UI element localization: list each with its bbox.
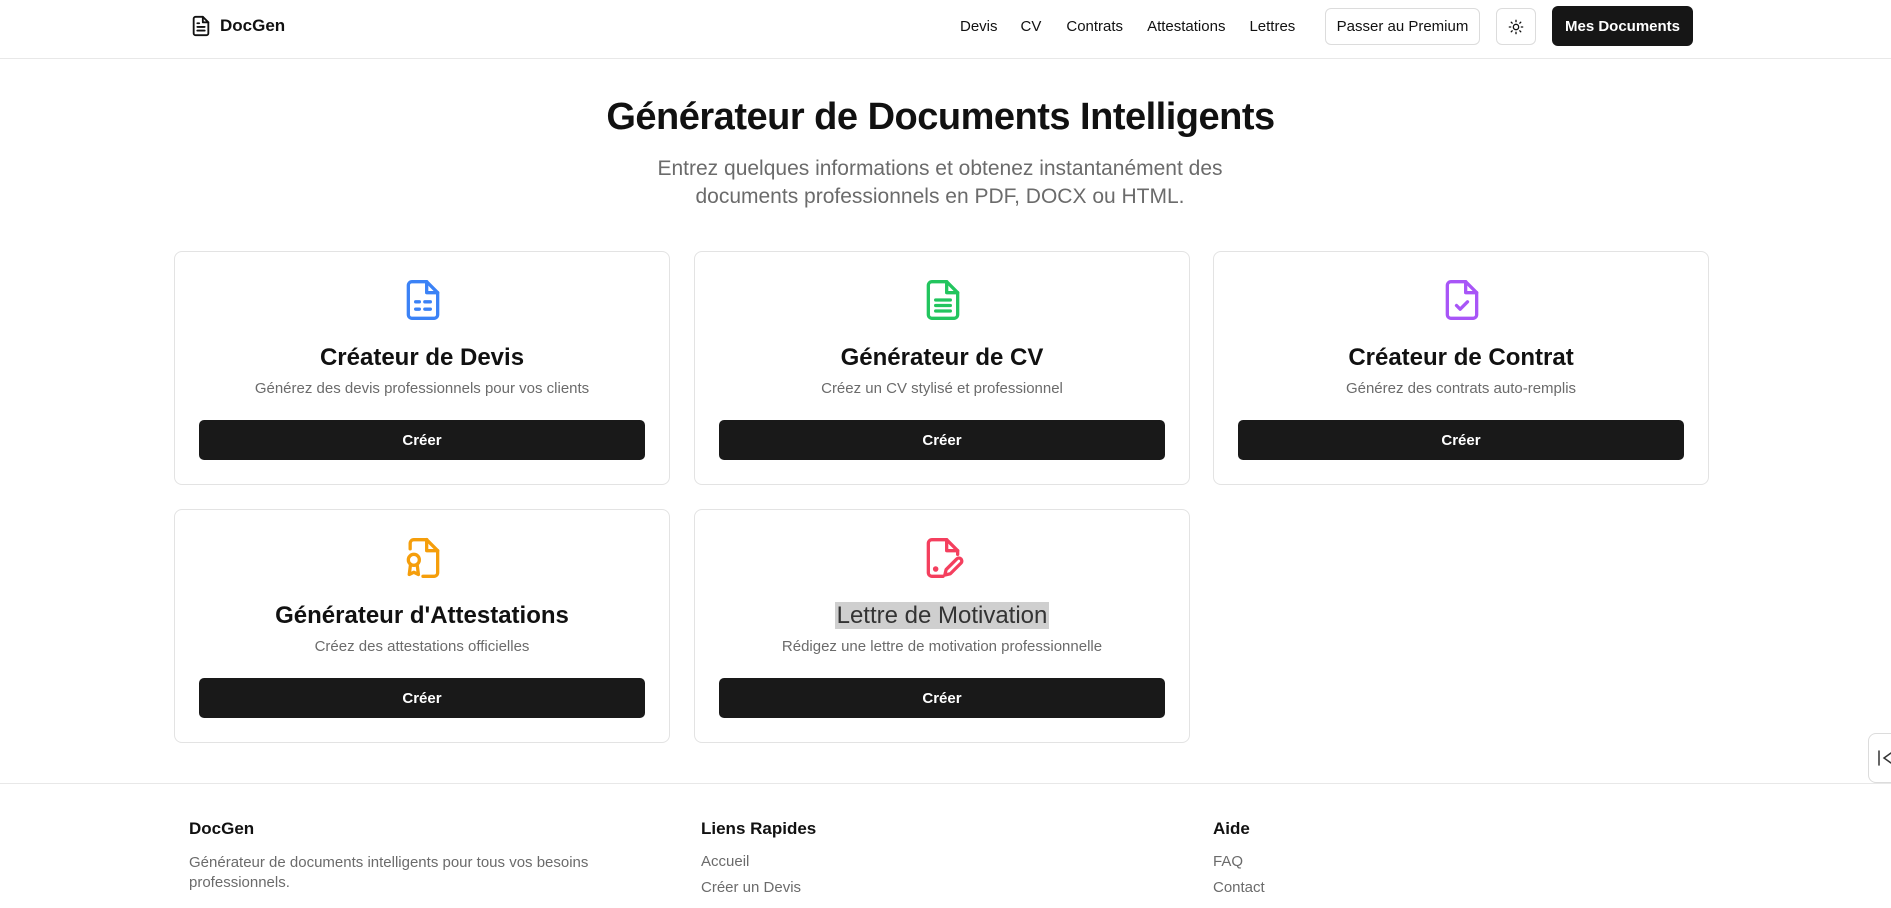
card-description: Créez des attestations officielles xyxy=(314,638,530,655)
card-description: Rédigez une lettre de motivation profess… xyxy=(781,638,1103,655)
card-title: Créateur de Contrat xyxy=(1348,344,1574,371)
card-title: Générateur d'Attestations xyxy=(275,602,569,629)
sun-icon xyxy=(1508,19,1524,34)
file-check-icon xyxy=(1445,280,1479,320)
create-cv-button[interactable]: Créer xyxy=(719,420,1165,460)
nav-link-lettres[interactable]: Lettres xyxy=(1249,18,1295,35)
card-title: Générateur de CV xyxy=(840,344,1044,371)
brand-name: DocGen xyxy=(220,16,286,35)
footer-quick-links: Liens Rapides Accueil Créer un Devis xyxy=(701,819,816,905)
footer-about: DocGen Générateur de documents intellige… xyxy=(189,819,629,893)
nav-link-devis[interactable]: Devis xyxy=(960,18,998,35)
card-devis: Créateur de Devis Générez des devis prof… xyxy=(174,251,670,485)
footer-link-accueil[interactable]: Accueil xyxy=(701,853,816,870)
footer-help-title: Aide xyxy=(1213,819,1250,838)
nav-link-cv[interactable]: CV xyxy=(1021,18,1042,35)
collapse-icon xyxy=(1878,750,1891,766)
create-attestation-button[interactable]: Créer xyxy=(199,678,645,718)
footer-link-creer-devis[interactable]: Créer un Devis xyxy=(701,879,816,896)
footer-help: Aide FAQ Contact xyxy=(1213,819,1265,905)
card-description: Générez des devis professionnels pour vo… xyxy=(254,380,590,397)
file-badge-icon xyxy=(406,538,440,578)
top-navbar: DocGen Devis CV Contrats Attestations Le… xyxy=(0,0,1891,59)
footer-link-faq[interactable]: FAQ xyxy=(1213,853,1265,870)
footer-link-contact[interactable]: Contact xyxy=(1213,879,1265,896)
brand-logo[interactable]: DocGen xyxy=(190,14,285,38)
nav-link-attestations[interactable]: Attestations xyxy=(1147,18,1225,35)
premium-button[interactable]: Passer au Premium xyxy=(1325,8,1480,45)
card-attestations: Générateur d'Attestations Créez des atte… xyxy=(174,509,670,743)
card-title: Lettre de Motivation xyxy=(695,602,1189,630)
footer-about-text: Générateur de documents intelligents pou… xyxy=(189,854,589,891)
card-cv: Générateur de CV Créez un CV stylisé et … xyxy=(694,251,1190,485)
nav-link-contrats[interactable]: Contrats xyxy=(1066,18,1123,35)
create-lettre-button[interactable]: Créer xyxy=(719,678,1165,718)
card-contrat: Créateur de Contrat Générez des contrats… xyxy=(1213,251,1709,485)
file-pen-icon xyxy=(926,538,964,578)
footer-about-title: DocGen xyxy=(189,819,255,838)
file-text-icon xyxy=(192,15,210,37)
theme-toggle-button[interactable] xyxy=(1496,8,1536,45)
card-description: Générez des contrats auto-remplis xyxy=(1345,380,1577,397)
invoice-icon xyxy=(406,280,440,320)
my-documents-button[interactable]: Mes Documents xyxy=(1552,6,1693,46)
footer-quick-links-title: Liens Rapides xyxy=(701,819,817,838)
page-title: Générateur de Documents Intelligents xyxy=(606,96,1275,138)
selected-title-text: Lettre de Motivation xyxy=(834,602,1050,629)
nav-links: Devis CV Contrats Attestations Lettres xyxy=(960,0,1319,52)
footer: DocGen Générateur de documents intellige… xyxy=(0,783,1891,908)
card-title: Créateur de Devis xyxy=(319,344,525,371)
page-subtitle: Entrez quelques informations et obtenez … xyxy=(657,157,1223,208)
card-description: Créez un CV stylisé et professionnel xyxy=(821,380,1063,397)
side-panel-toggle[interactable] xyxy=(1868,733,1891,783)
file-spreadsheet-icon xyxy=(926,280,960,320)
create-contrat-button[interactable]: Créer xyxy=(1238,420,1684,460)
card-lettre: Lettre de Motivation Rédigez une lettre … xyxy=(694,509,1190,743)
create-devis-button[interactable]: Créer xyxy=(199,420,645,460)
